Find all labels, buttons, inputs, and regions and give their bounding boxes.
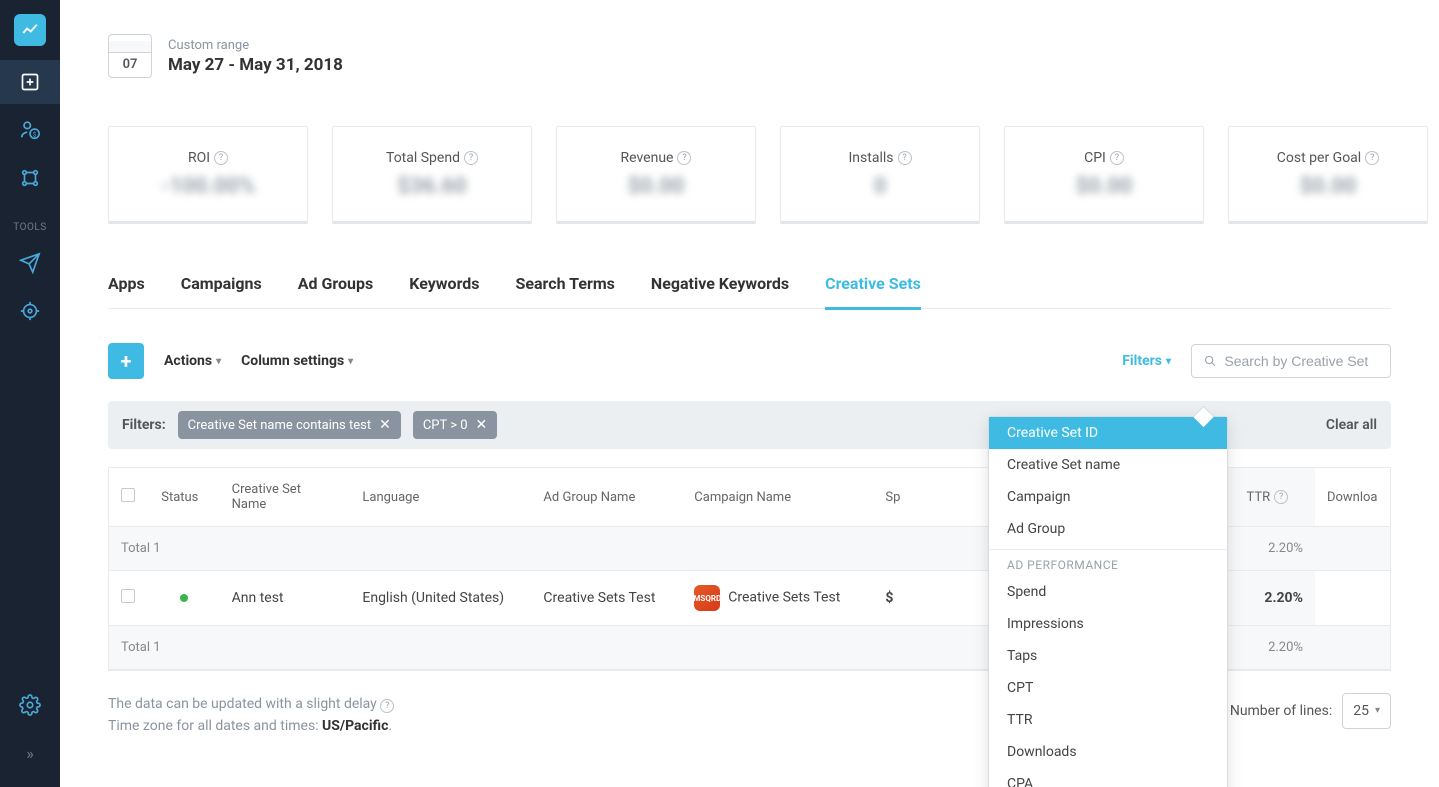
tab-campaigns[interactable]: Campaigns [181,274,262,308]
filters-dropdown-menu: Creative Set ID Creative Set name Campai… [988,416,1228,787]
col-ttr[interactable]: TTR? [1234,468,1314,527]
sidebar-item-add[interactable] [0,60,60,104]
tab-keywords[interactable]: Keywords [409,274,479,308]
search-icon [1204,354,1216,368]
chevron-down-icon: ▾ [1166,356,1171,367]
help-icon[interactable]: ? [1365,151,1379,165]
metric-roi: ROI? -100.00% [108,126,308,224]
dropdown-item[interactable]: CPT [989,672,1227,704]
date-picker[interactable]: 07 Custom range May 27 - May 31, 2018 [108,34,1439,78]
row-checkbox[interactable] [121,589,135,603]
dropdown-item[interactable]: Creative Set name [989,449,1227,481]
tabs: Apps Campaigns Ad Groups Keywords Search… [108,274,1391,309]
tab-apps[interactable]: Apps [108,274,145,308]
cell-adgroup: Creative Sets Test [531,571,682,626]
lines-select[interactable]: 25▾ [1342,693,1391,729]
dropdown-item[interactable]: Ad Group [989,513,1227,545]
chevron-down-icon: ▾ [1375,703,1380,719]
status-active-icon [180,594,188,602]
close-icon[interactable]: ✕ [379,417,391,433]
filter-chip[interactable]: Creative Set name contains test✕ [178,411,401,439]
select-all-checkbox[interactable] [121,488,135,502]
dropdown-item[interactable]: Creative Set ID [989,417,1227,449]
calendar-icon[interactable]: 07 [108,34,152,78]
metric-total-spend: Total Spend? $36.60 [332,126,532,224]
help-icon[interactable]: ? [898,151,912,165]
dropdown-item[interactable]: Spend [989,576,1227,608]
add-button[interactable]: + [108,343,144,379]
col-csname[interactable]: Creative Set Name [220,468,351,527]
col-status[interactable]: Status [149,468,219,527]
sidebar-tools-label: TOOLS [13,222,46,233]
dropdown-item[interactable]: Downloads [989,736,1227,768]
metric-cpi: CPI? $0.00 [1004,126,1204,224]
dropdown-item[interactable]: Taps [989,640,1227,672]
metric-installs: Installs? 0 [780,126,980,224]
search-input[interactable] [1224,353,1378,369]
actions-dropdown[interactable]: Actions▾ [164,353,221,369]
sidebar-item-settings[interactable] [8,683,52,727]
close-icon[interactable]: ✕ [476,417,488,433]
help-icon[interactable]: ? [214,151,228,165]
filters-dropdown[interactable]: Filters▾ [1122,353,1171,369]
main-content: 07 Custom range May 27 - May 31, 2018 RO… [60,0,1439,787]
toolbar: + Actions▾ Column settings▾ Filters▾ [108,343,1391,379]
col-language[interactable]: Language [350,468,531,527]
cell-spend: $ [873,571,912,626]
logo-icon[interactable] [14,14,46,46]
sidebar-item-send[interactable] [8,241,52,285]
app-icon: MSQRD [694,585,720,611]
cell-csname: Ann test [220,571,351,626]
help-icon[interactable]: ? [380,699,394,713]
metric-cost-per-goal: Cost per Goal? $0.00 [1228,126,1428,224]
dropdown-item[interactable]: Campaign [989,481,1227,513]
help-icon[interactable]: ? [464,151,478,165]
dropdown-item[interactable]: TTR [989,704,1227,736]
help-icon: ? [1274,490,1288,504]
dropdown-section-label: AD PERFORMANCE [989,549,1227,576]
filter-chip[interactable]: CPT > 0✕ [413,411,497,439]
chevron-down-icon: ▾ [348,356,353,367]
col-spend[interactable]: Sp [873,468,912,527]
metric-revenue: Revenue? $0.00 [556,126,756,224]
svg-text:$: $ [33,130,37,138]
column-settings-dropdown[interactable]: Column settings▾ [241,353,353,369]
col-adgroup[interactable]: Ad Group Name [531,468,682,527]
dropdown-item[interactable]: CPA [989,768,1227,787]
lines-label: Number of lines: [1230,700,1332,722]
sidebar-item-graph[interactable] [8,156,52,200]
col-downloads[interactable]: Downloa [1315,468,1390,527]
date-range-label: Custom range [168,38,343,53]
cell-campaign: MSQRDCreative Sets Test [682,571,873,626]
tab-search-terms[interactable]: Search Terms [516,274,615,308]
sidebar: $ TOOLS » [0,0,60,787]
dropdown-item[interactable]: Impressions [989,608,1227,640]
cell-language: English (United States) [350,571,531,626]
sidebar-expand[interactable]: » [8,731,52,775]
cell-ttr: 2.20% [1234,571,1314,626]
tab-ad-groups[interactable]: Ad Groups [298,274,373,308]
tab-creative-sets[interactable]: Creative Sets [825,274,921,310]
metrics-row: ROI? -100.00% Total Spend? $36.60 Revenu… [108,126,1439,224]
filters-label: Filters: [122,417,166,433]
search-box[interactable] [1191,344,1391,378]
date-range-value: May 27 - May 31, 2018 [168,55,343,75]
col-campaign[interactable]: Campaign Name [682,468,873,527]
sidebar-item-target[interactable] [8,289,52,333]
clear-all-button[interactable]: Clear all [1326,417,1377,433]
tab-negative-keywords[interactable]: Negative Keywords [651,274,789,308]
sidebar-item-user-money[interactable]: $ [8,108,52,152]
help-icon[interactable]: ? [677,151,691,165]
chevron-down-icon: ▾ [216,356,221,367]
help-icon[interactable]: ? [1110,151,1124,165]
